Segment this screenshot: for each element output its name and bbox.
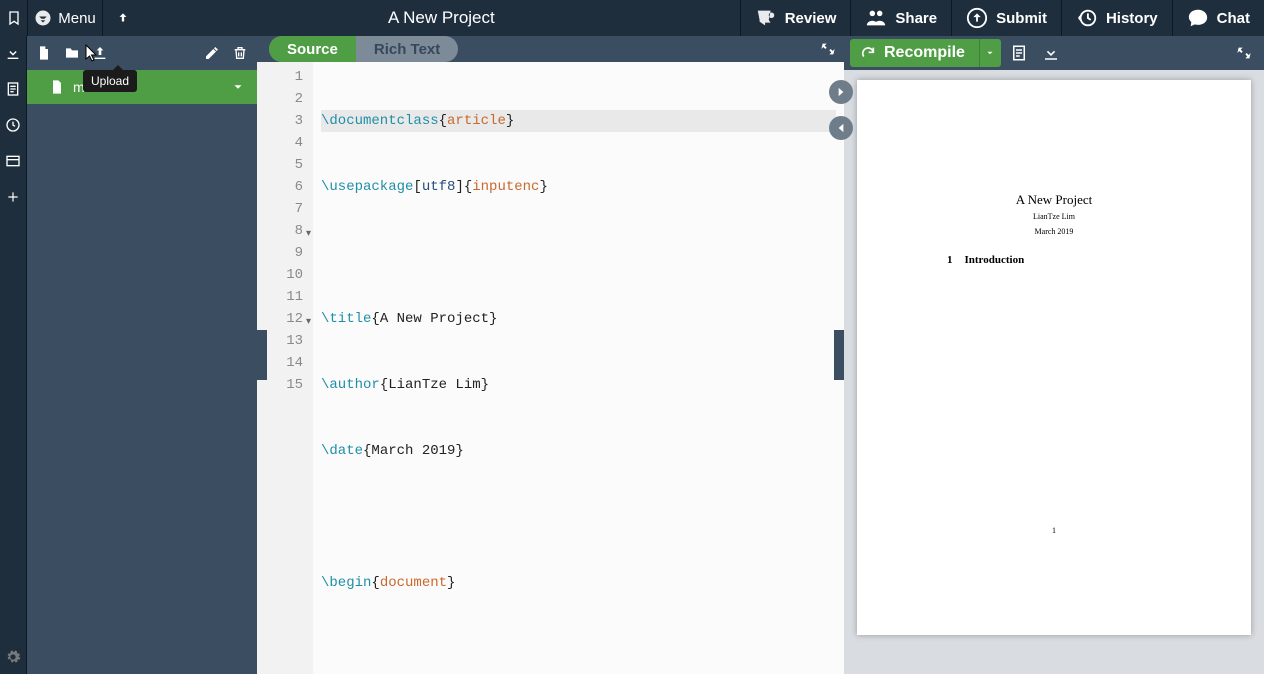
pdf-section: 1Introduction bbox=[947, 254, 1024, 266]
tab-source[interactable]: Source bbox=[269, 36, 356, 62]
tab-richtext[interactable]: Rich Text bbox=[356, 36, 458, 62]
mouse-cursor-icon bbox=[85, 44, 101, 64]
preview-column: Recompile A New Project LianTze Lim Marc… bbox=[844, 36, 1264, 674]
topbar: Menu A New Project Review Share Submit H… bbox=[0, 0, 1264, 36]
collapse-preview-handle[interactable] bbox=[834, 330, 844, 380]
left-rail bbox=[0, 36, 27, 674]
file-icon bbox=[49, 79, 65, 95]
share-button[interactable]: Share bbox=[850, 0, 951, 36]
expand-editor-icon[interactable] bbox=[820, 41, 836, 57]
sync-to-pdf-icon[interactable] bbox=[829, 80, 853, 104]
recompile-dropdown-icon[interactable] bbox=[979, 39, 1001, 67]
file-item-main[interactable]: main.tex bbox=[27, 70, 257, 104]
download-icon[interactable] bbox=[0, 42, 27, 64]
new-folder-icon[interactable] bbox=[61, 42, 83, 64]
logs-icon[interactable] bbox=[1005, 39, 1033, 67]
editor-mode-toggle: Source Rich Text bbox=[269, 36, 458, 62]
collapse-filetree-handle[interactable] bbox=[257, 330, 267, 380]
panel-icon[interactable] bbox=[0, 150, 27, 172]
fold-icon[interactable]: ▾ bbox=[306, 312, 311, 334]
main: Upload main.tex Source Rich Text bbox=[0, 36, 1264, 674]
gear-icon[interactable] bbox=[0, 646, 27, 668]
review-button[interactable]: Review bbox=[740, 0, 851, 36]
plus-icon[interactable] bbox=[0, 186, 27, 208]
pdf-title: A New Project bbox=[857, 192, 1251, 208]
pdf-page-number: 1 bbox=[857, 526, 1251, 535]
recompile-button[interactable]: Recompile bbox=[850, 39, 1001, 67]
history-button[interactable]: History bbox=[1061, 0, 1172, 36]
sidebar-doc-icon[interactable] bbox=[0, 78, 27, 100]
chat-button[interactable]: Chat bbox=[1172, 0, 1264, 36]
expand-preview-icon[interactable] bbox=[1230, 39, 1258, 67]
pdf-author: LianTze Lim bbox=[857, 212, 1251, 221]
clock-icon[interactable] bbox=[0, 114, 27, 136]
chevron-down-icon[interactable] bbox=[231, 80, 245, 94]
menu-button[interactable]: Menu bbox=[27, 0, 103, 36]
editor-column: Source Rich Text 1 2 3 4 5 6 7 8▾ 9 10 1… bbox=[257, 36, 844, 674]
pdf-date: March 2019 bbox=[857, 227, 1251, 236]
filetree-toolbar: Upload bbox=[27, 36, 257, 70]
filetree: Upload main.tex bbox=[27, 36, 257, 674]
sync-to-code-icon[interactable] bbox=[829, 116, 853, 140]
bookmark-icon[interactable] bbox=[0, 0, 27, 36]
back-icon[interactable] bbox=[103, 0, 143, 36]
delete-icon[interactable] bbox=[229, 42, 251, 64]
menu-label: Menu bbox=[58, 10, 96, 27]
preview-toolbar: Recompile bbox=[844, 36, 1264, 70]
fold-icon[interactable]: ▾ bbox=[306, 224, 311, 246]
editor-toolbar: Source Rich Text bbox=[257, 36, 844, 62]
pdf-page: A New Project LianTze Lim March 2019 1In… bbox=[857, 80, 1251, 635]
project-title: A New Project bbox=[143, 0, 740, 36]
rename-icon[interactable] bbox=[201, 42, 223, 64]
pdf-viewer[interactable]: A New Project LianTze Lim March 2019 1In… bbox=[844, 70, 1264, 674]
submit-button[interactable]: Submit bbox=[951, 0, 1061, 36]
file-list: main.tex bbox=[27, 70, 257, 674]
new-file-icon[interactable] bbox=[33, 42, 55, 64]
code-editor[interactable]: 1 2 3 4 5 6 7 8▾ 9 10 11 12▾ 13 14 15 \d… bbox=[257, 62, 844, 674]
code-area[interactable]: \documentclass{article} \usepackage[utf8… bbox=[313, 62, 844, 674]
tooltip: Upload bbox=[83, 70, 137, 92]
download-pdf-icon[interactable] bbox=[1037, 39, 1065, 67]
